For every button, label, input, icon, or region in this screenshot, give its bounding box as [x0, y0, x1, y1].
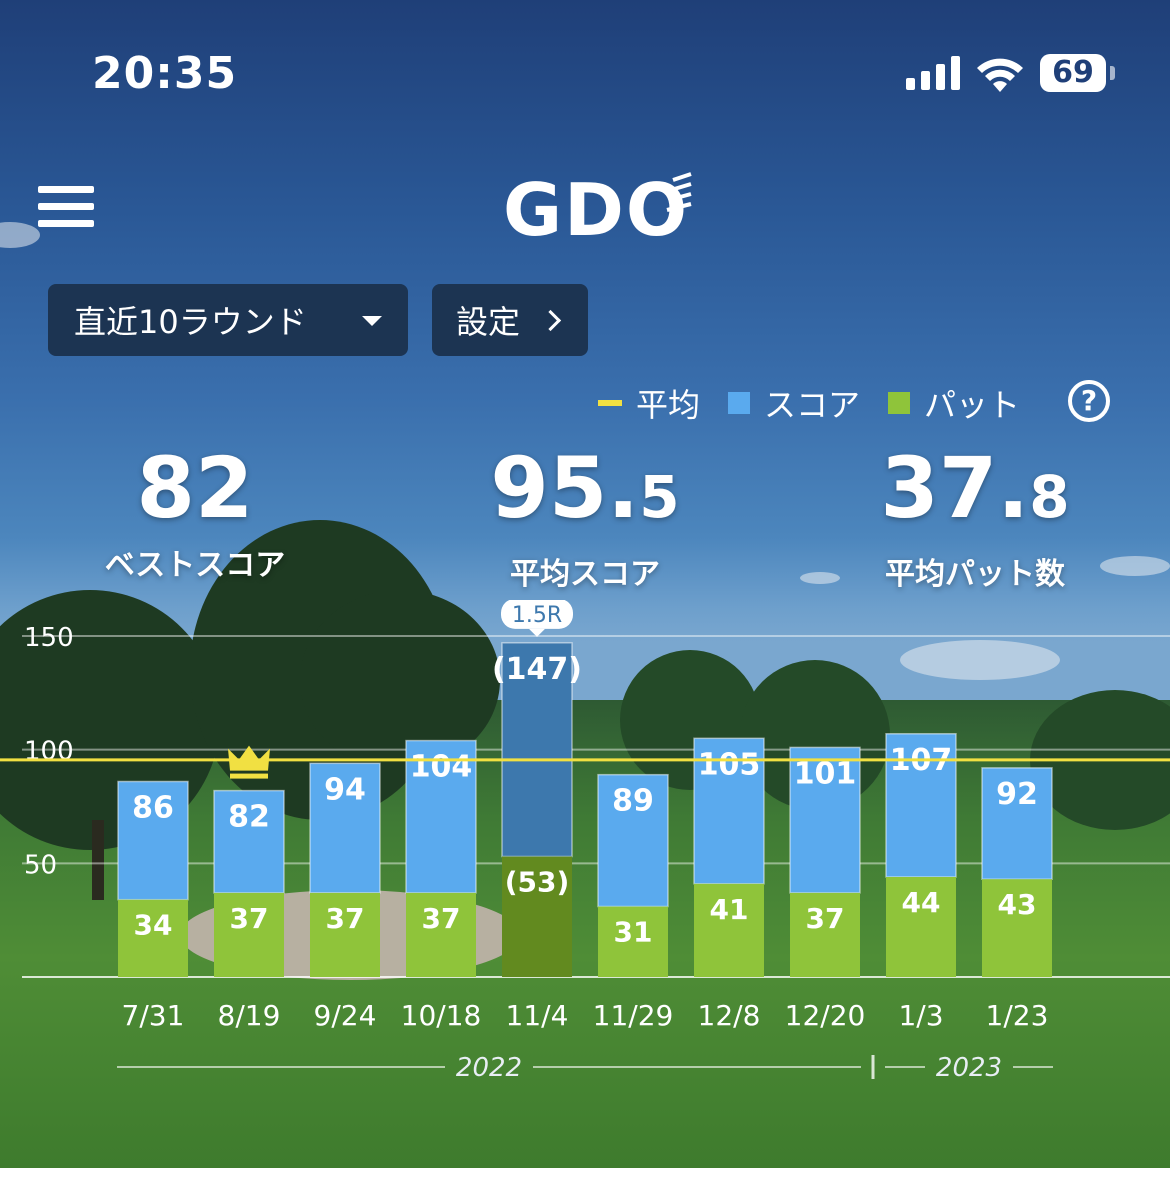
settings-label: 設定 [456, 303, 521, 341]
legend-score-label: スコア [764, 386, 861, 424]
putt-value-label: 37 [326, 902, 365, 935]
average-score-value: 95.5 [435, 440, 735, 545]
best-score-value: 82 [136, 439, 254, 537]
legend-average-label: 平均 [636, 386, 701, 424]
x-tick-label: 11/4 [506, 999, 569, 1032]
range-label: 直近10ラウンド [74, 303, 307, 341]
x-tick-label: 1/23 [986, 999, 1049, 1032]
battery-icon: 69 [1040, 54, 1106, 92]
chevron-right-icon [539, 309, 562, 332]
hamburger-icon[interactable] [38, 186, 94, 228]
range-dropdown[interactable]: 直近10ラウンド [48, 284, 408, 356]
x-tick-label: 10/18 [401, 999, 482, 1032]
x-tick-label: 9/24 [314, 999, 377, 1032]
legend-putt: パット [888, 380, 1020, 426]
score-value-label: (147) [492, 652, 582, 687]
legend-average: 平均 [598, 380, 700, 426]
score-value-label: 89 [612, 784, 654, 819]
y-tick-label: 100 [24, 737, 74, 767]
putt-value-label: 37 [806, 902, 845, 935]
year-label: 2022 [456, 1053, 522, 1080]
caret-down-icon [362, 316, 382, 326]
average-putt-decimal: 8 [1029, 463, 1070, 531]
x-tick-label: 1/3 [898, 999, 943, 1032]
average-swatch [598, 400, 622, 406]
average-score-decimal: 5 [639, 463, 680, 531]
score-value-label: 92 [996, 777, 1038, 812]
average-putt-int: 37. [880, 439, 1030, 537]
legend-score: スコア [728, 380, 860, 426]
score-value-label: 101 [794, 756, 857, 791]
settings-button[interactable]: 設定 [432, 284, 588, 356]
putt-value-label: (53) [505, 866, 570, 899]
average-putt-stat: 37.8 平均パット数 [825, 440, 1125, 593]
best-score-label: ベストスコア [104, 548, 286, 583]
score-value-label: 104 [410, 750, 473, 785]
score-value-label: 82 [228, 800, 270, 835]
cellular-signal-icon [906, 56, 960, 90]
x-tick-label: 12/8 [698, 999, 761, 1032]
score-chart: 150 100 50 86 34 7/31 82 37 8/19 94 37 9/24 104 37 10/… [0, 600, 1170, 1080]
y-tick-label: 50 [24, 850, 57, 880]
x-tick-label: 11/29 [593, 999, 674, 1032]
putt-value-label: 44 [902, 886, 941, 919]
x-tick-label: 7/31 [122, 999, 185, 1032]
logo-speed-lines-icon [666, 172, 692, 212]
average-putt-value: 37.8 [825, 440, 1125, 545]
help-icon[interactable]: ? [1068, 380, 1110, 422]
x-tick-label: 12/20 [785, 999, 866, 1032]
score-value-label: 105 [698, 747, 761, 782]
score-value-label: 86 [132, 790, 174, 825]
score-value-label: 94 [324, 772, 366, 807]
y-tick-label: 150 [24, 623, 74, 653]
putt-swatch [888, 392, 911, 414]
gdo-logo: GDO [503, 168, 703, 252]
average-score-int: 95. [490, 439, 640, 537]
legend-putt-label: パット [924, 386, 1021, 424]
battery-cap [1110, 66, 1115, 80]
average-putt-label: 平均パット数 [885, 557, 1065, 592]
putt-value-label: 34 [134, 909, 173, 942]
chart-legend: 平均 スコア パット [598, 378, 1048, 428]
average-score-stat: 95.5 平均スコア [435, 440, 735, 593]
clock: 20:35 [92, 48, 238, 99]
average-score-label: 平均スコア [510, 557, 660, 592]
partial-round-label: 1.5R [512, 603, 562, 628]
score-swatch [728, 392, 751, 414]
x-tick-label: 8/19 [218, 999, 281, 1032]
year-label: 2023 [936, 1053, 1002, 1080]
cloud [0, 222, 40, 248]
best-score-stat: 82 ベストスコア [45, 440, 345, 584]
status-bar: 20:35 69 [0, 0, 1170, 140]
wifi-icon [977, 58, 1023, 92]
logo-text: GDO [503, 168, 690, 252]
putt-value-label: 43 [998, 888, 1037, 921]
putt-value-label: 31 [614, 916, 653, 949]
app-screen: 20:35 69 GDO 直近10ラウンド 設定 平均 スコア パット ? 82… [0, 0, 1170, 1168]
putt-value-label: 37 [230, 902, 269, 935]
crown-base [230, 773, 268, 779]
putt-value-label: 37 [422, 902, 461, 935]
putt-value-label: 41 [710, 893, 749, 926]
